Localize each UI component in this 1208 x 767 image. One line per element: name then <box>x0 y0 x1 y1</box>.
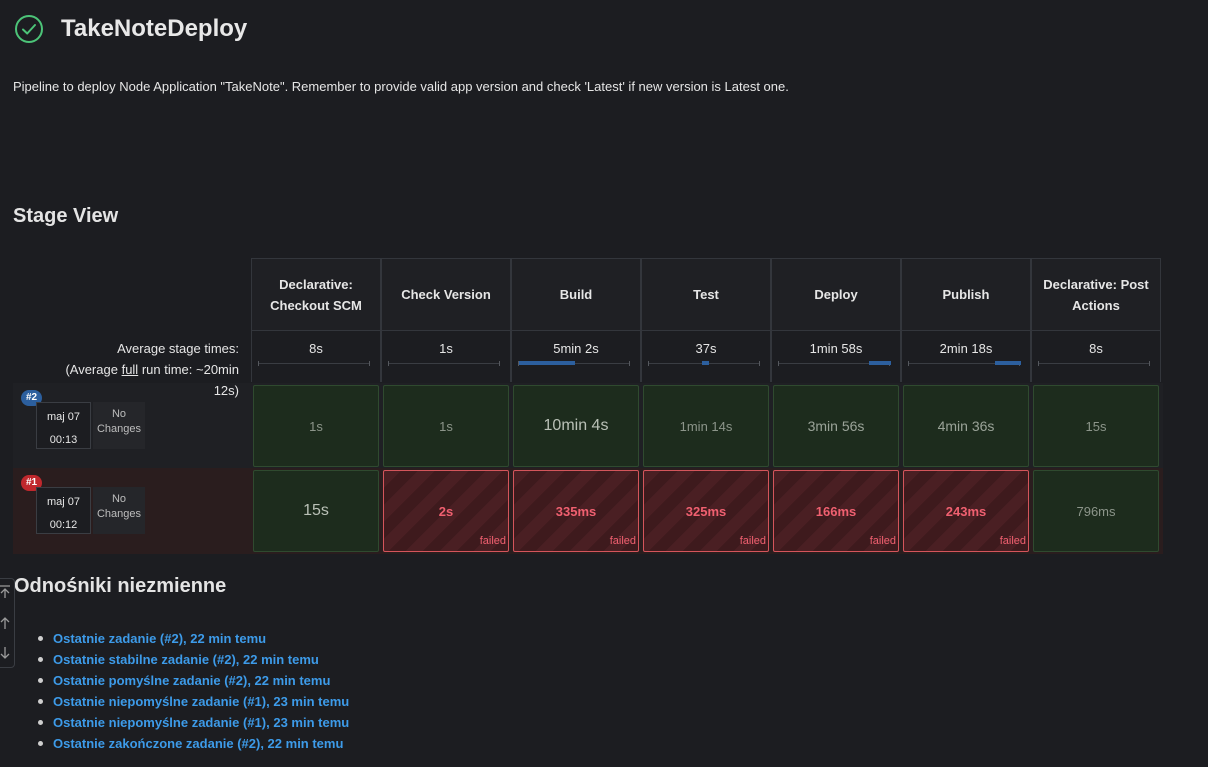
stage-cell-declarative-post-actions[interactable]: 15s <box>1033 385 1159 467</box>
average-time-bar <box>388 361 500 366</box>
stage-cell-deploy[interactable]: 3min 56s <box>773 385 899 467</box>
stage-cell-publish[interactable]: 243ms failed <box>903 470 1029 552</box>
stage-view-title: Stage View <box>13 205 119 227</box>
stage-duration: 1s <box>309 418 323 434</box>
stage-header-declarative-post-actions: Declarative: Post Actions <box>1031 258 1161 331</box>
stage-duration: 2s <box>438 503 454 519</box>
permalink-link[interactable]: Ostatnie zadanie (#2), 22 min temu <box>53 631 266 646</box>
stage-header-test: Test <box>641 258 771 331</box>
stage-average-time: 1s <box>381 331 511 382</box>
permalink-item: Ostatnie niepomyślne zadanie (#1), 23 mi… <box>37 713 349 734</box>
build-date: maj 07 00:13 <box>36 402 91 449</box>
stage-cell-publish[interactable]: 4min 36s <box>903 385 1029 467</box>
stage-header-deploy: Deploy <box>771 258 901 331</box>
average-time-bar <box>258 361 370 366</box>
stage-duration: 3min 56s <box>807 418 865 434</box>
stage-cell-declarative-checkout-scm[interactable]: 1s <box>253 385 379 467</box>
stage-header-check-version: Check Version <box>381 258 511 331</box>
permalink-link[interactable]: Ostatnie zakończone zadanie (#2), 22 min… <box>53 736 343 751</box>
build-changes[interactable]: No Changes <box>93 402 145 449</box>
average-time-bar <box>648 361 760 366</box>
average-time-bar <box>1038 361 1150 366</box>
permalink-link[interactable]: Ostatnie stabilne zadanie (#2), 22 min t… <box>53 652 319 667</box>
average-time-bar <box>518 361 630 366</box>
failed-label: failed <box>609 535 636 547</box>
failed-label: failed <box>999 535 1026 547</box>
stage-duration: 15s <box>1085 418 1107 434</box>
failed-label: failed <box>869 535 896 547</box>
stage-cell-deploy[interactable]: 166ms failed <box>773 470 899 552</box>
permalink-item: Ostatnie zadanie (#2), 22 min temu <box>37 629 349 650</box>
stage-header-publish: Publish <box>901 258 1031 331</box>
average-time-bar-fill <box>702 361 709 365</box>
permalink-link[interactable]: Ostatnie niepomyślne zadanie (#1), 23 mi… <box>53 715 349 730</box>
stage-cell-test[interactable]: 1min 14s <box>643 385 769 467</box>
permalink-item: Ostatnie stabilne zadanie (#2), 22 min t… <box>37 650 349 671</box>
stage-average-time: 8s <box>1031 331 1161 382</box>
job-header: TakeNoteDeploy <box>14 14 247 44</box>
job-description: Pipeline to deploy Node Application "Tak… <box>13 79 789 94</box>
permalinks-list: Ostatnie zadanie (#2), 22 min temu Ostatn… <box>37 629 349 755</box>
average-time-bar <box>908 361 1021 366</box>
stage-average-time: 5min 2s <box>511 331 641 382</box>
permalink-item: Ostatnie niepomyślne zadanie (#1), 23 mi… <box>37 692 349 713</box>
stage-duration: 166ms <box>815 503 857 519</box>
stage-duration: 15s <box>303 502 329 519</box>
failed-label: failed <box>479 535 506 547</box>
stage-duration: 1min 14s <box>679 418 733 434</box>
stage-average-time: 2min 18s <box>901 331 1031 382</box>
average-time-bar-fill <box>869 361 891 365</box>
stage-duration: 10min 4s <box>543 417 609 434</box>
stage-duration: 243ms <box>945 503 987 519</box>
stage-duration: 325ms <box>685 503 727 519</box>
stage-cell-check-version[interactable]: 2s failed <box>383 470 509 552</box>
build-date: maj 07 00:12 <box>36 487 91 534</box>
build-changes[interactable]: No Changes <box>93 487 145 534</box>
permalink-link[interactable]: Ostatnie pomyślne zadanie (#2), 22 min t… <box>53 673 330 688</box>
stage-cell-declarative-post-actions[interactable]: 796ms <box>1033 470 1159 552</box>
stage-average-time: 1min 58s <box>771 331 901 382</box>
scroll-up-icon[interactable] <box>0 616 11 630</box>
stage-cell-test[interactable]: 325ms failed <box>643 470 769 552</box>
stage-duration: 4min 36s <box>937 418 995 434</box>
failed-label: failed <box>739 535 766 547</box>
average-stage-times-label: Average stage times: (Average full run t… <box>65 341 239 398</box>
stage-duration: 335ms <box>555 503 597 519</box>
stage-cell-build[interactable]: 335ms failed <box>513 470 639 552</box>
page-title: TakeNoteDeploy <box>61 15 248 42</box>
stage-header-declarative-checkout-scm: Declarative: Checkout SCM <box>251 258 381 331</box>
stage-duration: 796ms <box>1076 503 1116 519</box>
check-circle-icon <box>15 15 43 43</box>
permalink-item: Ostatnie zakończone zadanie (#2), 22 min… <box>37 734 349 755</box>
scroll-controls <box>0 578 15 668</box>
scroll-down-icon[interactable] <box>0 646 11 660</box>
permalink-link[interactable]: Ostatnie niepomyślne zadanie (#1), 23 mi… <box>53 694 349 709</box>
stage-cell-check-version[interactable]: 1s <box>383 385 509 467</box>
average-time-bar-fill <box>519 361 575 365</box>
permalinks-title: Odnośniki niezmienne <box>14 575 227 597</box>
stage-cell-build[interactable]: 10min 4s <box>513 385 639 467</box>
stage-average-time: 37s <box>641 331 771 382</box>
stage-average-time: 8s <box>251 331 381 382</box>
average-time-bar <box>778 361 891 366</box>
average-time-bar-fill <box>995 361 1021 365</box>
scroll-top-icon[interactable] <box>0 585 11 599</box>
stage-header-build: Build <box>511 258 641 331</box>
permalink-item: Ostatnie pomyślne zadanie (#2), 22 min t… <box>37 671 349 692</box>
stage-duration: 1s <box>439 418 453 434</box>
stage-cell-declarative-checkout-scm[interactable]: 15s <box>253 470 379 552</box>
